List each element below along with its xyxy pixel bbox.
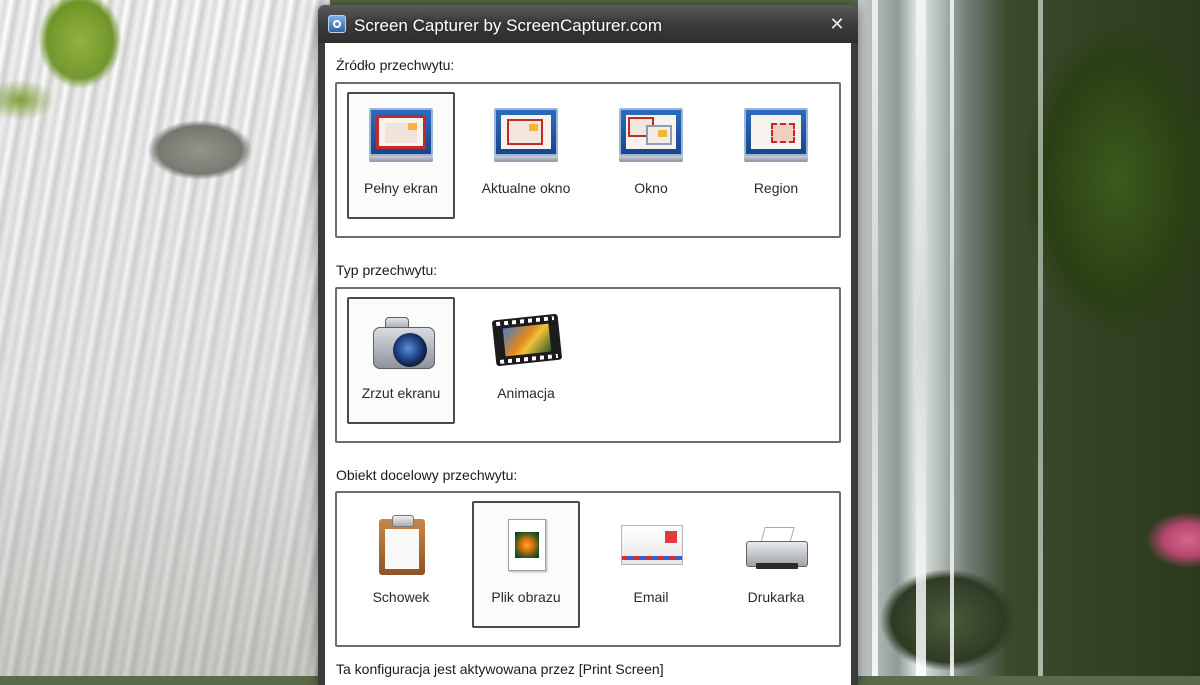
camera-icon <box>367 309 435 371</box>
type-option-screenshot[interactable]: Zrzut ekranu <box>347 297 455 424</box>
option-label: Region <box>753 180 799 196</box>
title-bar[interactable]: Screen Capturer by ScreenCapturer.com ✕ <box>318 5 858 43</box>
source-option-full-screen[interactable]: Pełny ekran <box>347 92 455 219</box>
capture-source-group: Pełny ekran Aktualne okno Okno Region <box>335 82 841 238</box>
capture-target-label: Obiekt docelowy przechwytu: <box>336 467 518 483</box>
window-content: Źródło przechwytu: Pełny ekran Aktualne … <box>325 43 851 685</box>
source-option-region[interactable]: Region <box>722 92 830 219</box>
option-label: Okno <box>634 180 668 196</box>
region-icon <box>742 104 810 166</box>
capture-target-group: Schowek Plik obrazu Email Drukarka <box>335 491 841 647</box>
wallpaper-stream <box>872 0 878 676</box>
option-label: Aktualne okno <box>481 180 571 196</box>
option-label: Animacja <box>497 385 555 401</box>
hotkey-info-text: Ta konfiguracja jest aktywowana przez [P… <box>336 661 664 677</box>
printer-icon <box>742 513 810 575</box>
option-label: Plik obrazu <box>491 589 561 605</box>
capture-source-label: Źródło przechwytu: <box>336 57 455 73</box>
window-icon <box>617 104 685 166</box>
envelope-icon <box>617 513 685 575</box>
source-option-window[interactable]: Okno <box>597 92 705 219</box>
target-option-clipboard[interactable]: Schowek <box>347 501 455 628</box>
film-strip-icon <box>491 309 563 371</box>
screen-capturer-window: Screen Capturer by ScreenCapturer.com ✕ … <box>318 5 858 685</box>
window-title: Screen Capturer by ScreenCapturer.com <box>354 16 663 35</box>
source-option-active-window[interactable]: Aktualne okno <box>472 92 580 219</box>
close-button[interactable]: ✕ <box>826 13 848 35</box>
option-label: Email <box>633 589 669 605</box>
target-option-image-file[interactable]: Plik obrazu <box>472 501 580 628</box>
image-file-icon <box>492 513 560 575</box>
option-label: Zrzut ekranu <box>361 385 441 401</box>
target-option-email[interactable]: Email <box>597 501 705 628</box>
wallpaper-stream <box>950 0 954 676</box>
full-screen-icon <box>367 104 435 166</box>
option-label: Pełny ekran <box>364 180 438 196</box>
option-label: Drukarka <box>747 589 805 605</box>
wallpaper-waterfall-left <box>0 0 330 676</box>
app-icon <box>328 15 346 33</box>
type-option-animation[interactable]: Animacja <box>472 297 580 424</box>
active-window-icon <box>492 104 560 166</box>
wallpaper-stream <box>1038 0 1043 676</box>
wallpaper-stream <box>916 0 926 676</box>
capture-type-label: Typ przechwytu: <box>336 262 438 278</box>
capture-type-group: Zrzut ekranu Animacja <box>335 287 841 443</box>
wallpaper-waterfall-right <box>858 0 1200 676</box>
option-label: Schowek <box>372 589 430 605</box>
clipboard-icon <box>367 513 435 575</box>
target-option-printer[interactable]: Drukarka <box>722 501 830 628</box>
